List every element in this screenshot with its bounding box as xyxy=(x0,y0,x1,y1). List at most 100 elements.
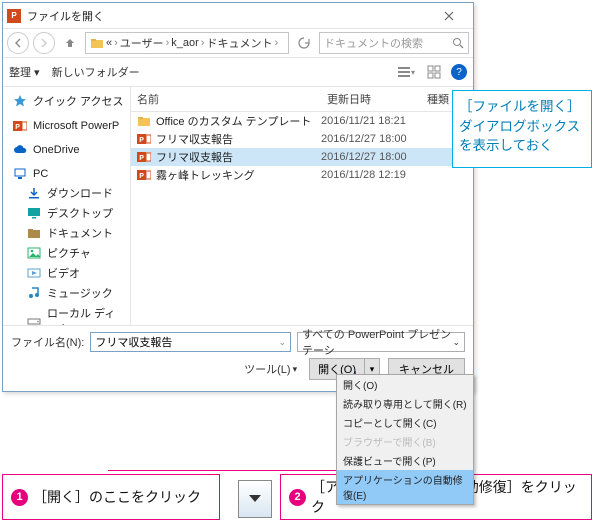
sidebar-item-label: ダウンロード xyxy=(47,185,113,201)
drive-icon xyxy=(27,314,41,325)
organize-menu[interactable]: 整理 ▾ xyxy=(9,64,40,80)
col-name[interactable]: 名前 xyxy=(131,87,321,111)
sidebar-item-label: ビデオ xyxy=(47,265,80,281)
close-button[interactable] xyxy=(429,4,469,28)
file-row[interactable]: P 霧ヶ峰トレッキング 2016/11/28 12:19 xyxy=(131,166,473,184)
sidebar-item[interactable]: ドキュメント xyxy=(3,223,130,243)
crumb[interactable]: ユーザー xyxy=(120,35,164,51)
file-name: フリマ収支報告 xyxy=(156,149,233,165)
instruction-1-text: ［開く］のここをクリック xyxy=(33,487,201,507)
leader-line xyxy=(108,470,355,471)
sidebar-item-label: ミュージック xyxy=(47,285,113,301)
sidebar-item-label: Microsoft PowerP xyxy=(33,120,119,132)
video-icon xyxy=(27,266,41,280)
address-bar: «› ユーザー› k_aor› ドキュメント› ドキュメントの検索 xyxy=(3,29,473,57)
nav-back-button[interactable] xyxy=(7,32,29,54)
sidebar-item[interactable]: OneDrive xyxy=(3,141,130,159)
sidebar-item[interactable]: ビデオ xyxy=(3,263,130,283)
ppt-icon: P xyxy=(137,150,151,164)
tools-menu[interactable]: ツール(L)▾ xyxy=(244,361,297,377)
toolbar: 整理 ▾ 新しいフォルダー ▾ ? xyxy=(3,57,473,87)
step-number-1: 1 xyxy=(11,489,28,506)
file-list[interactable]: 名前 更新日時 種類 Office のカスタム テンプレート 2016/11/21… xyxy=(131,87,473,325)
file-date: 2016/12/27 18:00 xyxy=(321,151,421,163)
file-open-dialog: P ファイルを開く «› ユーザー› k_aor› ドキュメント› ドキュメント… xyxy=(2,2,474,392)
file-date: 2016/12/27 18:00 xyxy=(321,133,421,145)
sidebar-item-label: ピクチャ xyxy=(47,245,91,261)
sidebar-item[interactable]: ダウンロード xyxy=(3,183,130,203)
dropdown-item[interactable]: 開く(O) xyxy=(337,375,473,394)
powerpoint-icon: P xyxy=(7,9,21,23)
download-icon xyxy=(27,186,41,200)
sidebar-item-label: PC xyxy=(33,168,48,180)
search-input[interactable]: ドキュメントの検索 xyxy=(319,32,469,54)
pc-icon xyxy=(13,167,27,181)
open-dropdown-menu: 開く(O)読み取り専用として開く(R)コピーとして開く(C)ブラウザーで開く(B… xyxy=(336,374,474,505)
help-button[interactable]: ? xyxy=(451,64,467,80)
view-list-button[interactable]: ▾ xyxy=(395,61,417,83)
file-row[interactable]: Office のカスタム テンプレート 2016/11/21 18:21 xyxy=(131,112,473,130)
ppt-icon: P xyxy=(13,119,27,133)
search-icon xyxy=(452,37,464,49)
folder-icon xyxy=(137,114,151,128)
file-name: Office のカスタム テンプレート xyxy=(156,113,311,129)
cloud-icon xyxy=(13,143,27,157)
sidebar-item[interactable]: ミュージック xyxy=(3,283,130,303)
new-folder-button[interactable]: 新しいフォルダー xyxy=(52,64,140,80)
sidebar: クイック アクセス P Microsoft PowerP OneDrive PC ダウンロ… xyxy=(3,87,131,325)
dropdown-thumb-preview xyxy=(238,480,272,518)
dropdown-item[interactable]: 読み取り専用として開く(R) xyxy=(337,394,473,413)
file-row[interactable]: P フリマ収支報告 2016/12/27 18:00 xyxy=(131,148,473,166)
svg-text:P: P xyxy=(139,155,144,162)
dropdown-item[interactable]: 保護ビューで開く(P) xyxy=(337,451,473,470)
step-number-2: 2 xyxy=(289,489,306,506)
svg-text:P: P xyxy=(139,137,144,144)
desktop-icon xyxy=(27,206,41,220)
body-area: クイック アクセス P Microsoft PowerP OneDrive PC ダウンロ… xyxy=(3,87,473,325)
crumb[interactable]: ドキュメント xyxy=(206,35,272,51)
instruction-1: 1 ［開く］のここをクリック xyxy=(2,474,220,520)
chevron-down-icon xyxy=(248,494,262,504)
crumb[interactable]: « xyxy=(106,37,112,49)
file-date: 2016/11/21 18:21 xyxy=(321,115,421,127)
dropdown-item[interactable]: アプリケーションの自動修復(E) xyxy=(337,470,473,504)
sidebar-item-label: ローカル ディスク (C xyxy=(47,305,124,325)
sidebar-item[interactable]: PC xyxy=(3,165,130,183)
sidebar-item-label: デスクトップ xyxy=(47,205,113,221)
crumb[interactable]: k_aor xyxy=(171,37,199,49)
star-icon xyxy=(13,94,27,108)
breadcrumb[interactable]: «› ユーザー› k_aor› ドキュメント› xyxy=(85,32,289,54)
dropdown-item[interactable]: コピーとして開く(C) xyxy=(337,413,473,432)
titlebar: P ファイルを開く xyxy=(3,3,473,29)
doc-icon xyxy=(27,226,41,240)
filename-label: ファイル名(N): xyxy=(11,334,84,350)
sidebar-item[interactable]: ピクチャ xyxy=(3,243,130,263)
file-date: 2016/11/28 12:19 xyxy=(321,169,421,181)
refresh-button[interactable] xyxy=(293,32,315,54)
search-placeholder: ドキュメントの検索 xyxy=(324,35,423,51)
close-icon xyxy=(444,11,454,21)
column-headers[interactable]: 名前 更新日時 種類 xyxy=(131,87,473,112)
file-row[interactable]: P フリマ収支報告 2016/12/27 18:00 xyxy=(131,130,473,148)
nav-forward-button[interactable] xyxy=(33,32,55,54)
file-name: フリマ収支報告 xyxy=(156,131,233,147)
svg-text:P: P xyxy=(15,124,20,131)
col-date[interactable]: 更新日時 xyxy=(321,87,421,111)
filename-input[interactable]: フリマ収支報告⌄ xyxy=(90,332,291,352)
picture-icon xyxy=(27,246,41,260)
filetype-filter[interactable]: すべての PowerPoint プレゼンテーシ⌄ xyxy=(297,332,465,352)
dropdown-item: ブラウザーで開く(B) xyxy=(337,432,473,451)
sidebar-item-label: ドキュメント xyxy=(47,225,113,241)
ppt-icon: P xyxy=(137,168,151,182)
file-name: 霧ヶ峰トレッキング xyxy=(156,167,255,183)
svg-text:P: P xyxy=(139,173,144,180)
nav-up-button[interactable] xyxy=(59,32,81,54)
ppt-icon: P xyxy=(137,132,151,146)
dialog-title: ファイルを開く xyxy=(27,8,104,24)
music-icon xyxy=(27,286,41,300)
sidebar-item[interactable]: P Microsoft PowerP xyxy=(3,117,130,135)
sidebar-item[interactable]: クイック アクセス xyxy=(3,91,130,111)
sidebar-item[interactable]: ローカル ディスク (C xyxy=(3,303,130,325)
view-details-button[interactable] xyxy=(423,61,445,83)
sidebar-item[interactable]: デスクトップ xyxy=(3,203,130,223)
